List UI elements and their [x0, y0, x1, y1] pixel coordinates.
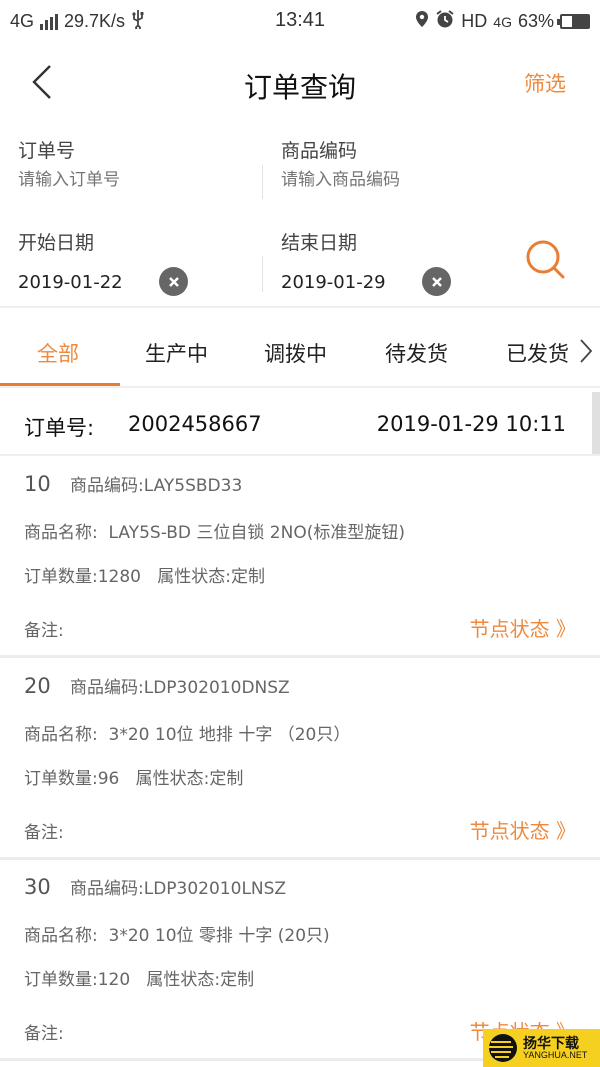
- order-no-label: 订单号:: [24, 416, 95, 440]
- code-label: 商品编码:: [70, 678, 144, 698]
- code-label: 商品编码:: [70, 879, 144, 899]
- yanghua-logo-icon: [489, 1034, 517, 1062]
- start-date-label: 开始日期: [18, 232, 95, 254]
- item-code: 商品编码:LAY5SBD33: [70, 471, 242, 496]
- field-divider: [262, 165, 263, 199]
- qty-label: 订单数量:: [24, 970, 98, 990]
- item-seq: 10: [24, 472, 51, 496]
- qty-label: 订单数量:: [24, 567, 98, 587]
- item-code: 商品编码:LDP302010DNSZ: [70, 673, 290, 698]
- name-label: 商品名称:: [24, 523, 98, 543]
- product-code-label: 商品编码: [281, 140, 358, 162]
- attr-value: 定制: [220, 970, 255, 990]
- battery-percent: 63%: [517, 11, 554, 31]
- attr-label: 属性状态:: [146, 970, 221, 990]
- tab-shipped[interactable]: 已发货: [506, 338, 569, 368]
- order-datetime: 2019-01-29 10:11: [376, 412, 566, 436]
- status-bar: 4G 29.7K/s 13:41 HD 4G 63%: [0, 0, 600, 40]
- end-date-label: 结束日期: [281, 232, 358, 254]
- name-label: 商品名称:: [24, 926, 98, 946]
- tabs-scroll-right-button[interactable]: [576, 336, 596, 366]
- watermark-badge: 扬华下载 YANGHUA.NET: [483, 1029, 600, 1067]
- clear-end-date-button[interactable]: [422, 267, 451, 296]
- search-icon: [526, 240, 565, 279]
- watermark-cn: 扬华下载: [523, 1035, 579, 1052]
- clear-start-date-button[interactable]: [159, 267, 188, 296]
- status-right: HD 4G 63%: [415, 9, 590, 34]
- attr-label: 属性状态:: [135, 769, 210, 789]
- start-date-field[interactable]: 2019-01-22: [18, 272, 123, 293]
- tab-in-production[interactable]: 生产中: [145, 338, 208, 368]
- attr-label: 属性状态:: [157, 567, 231, 587]
- order-header[interactable]: 订单号: 2002458667 2019-01-29 10:11: [0, 390, 600, 454]
- item-seq: 30: [24, 875, 51, 899]
- clear-circle-icon: [168, 276, 179, 287]
- filter-button[interactable]: 筛选: [524, 68, 566, 98]
- attr-value: 定制: [230, 567, 265, 587]
- battery-icon: [557, 14, 590, 29]
- order-item: 20 商品编码:LDP302010DNSZ 商品名称: 3*20 10位 地排 …: [0, 658, 600, 860]
- item-name: 商品名称: LAY5S-BD 三位自锁 2NO(标准型旋钮): [24, 518, 405, 543]
- item-code: 商品编码:LDP302010LNSZ: [70, 874, 286, 899]
- code-value: LAY5SBD33: [143, 476, 243, 496]
- hd-label: HD: [461, 11, 488, 31]
- qty-label: 订单数量:: [24, 769, 98, 789]
- scrollbar[interactable]: [592, 392, 600, 454]
- watermark-en: YANGHUA.NET: [523, 1049, 588, 1060]
- tab-pending-shipment[interactable]: 待发货: [385, 338, 448, 368]
- page-title: 订单查询: [243, 71, 356, 104]
- nav-header: 订单查询 筛选: [0, 48, 600, 118]
- name-value: 3*20 10位 地排 十字 （20只）: [108, 725, 351, 745]
- item-qty-attr: 订单数量:120 属性状态:定制: [24, 965, 254, 990]
- item-remark: 备注:: [24, 818, 64, 843]
- clear-circle-icon: [431, 276, 442, 287]
- name-value: LAY5S-BD 三位自锁 2NO(标准型旋钮): [108, 523, 405, 543]
- name-value: 3*20 10位 零排 十字 (20只): [108, 926, 330, 946]
- item-remark: 备注:: [24, 1019, 64, 1044]
- net-type-label: 4G: [493, 13, 512, 30]
- remark-label: 备注:: [24, 1024, 64, 1044]
- qty-value: 96: [97, 769, 120, 789]
- qty-value: 1280: [97, 567, 141, 587]
- tab-transferring[interactable]: 调拨中: [264, 338, 327, 368]
- item-qty-attr: 订单数量:96 属性状态:定制: [24, 764, 243, 789]
- order-item: 10 商品编码:LAY5SBD33 商品名称: LAY5S-BD 三位自锁 2N…: [0, 456, 600, 658]
- order-no-input[interactable]: [18, 170, 248, 190]
- item-name: 商品名称: 3*20 10位 地排 十字 （20只）: [24, 720, 350, 745]
- code-label: 商品编码:: [70, 476, 144, 496]
- status-tabs: 全部 生产中 调拨中 待发货 已发货: [0, 308, 600, 390]
- remark-label: 备注:: [24, 823, 64, 843]
- tab-all[interactable]: 全部: [37, 338, 79, 368]
- node-status-link[interactable]: 节点状态 》: [470, 815, 576, 844]
- alarm-icon: [435, 9, 455, 34]
- watermark-text: 扬华下载 YANGHUA.NET: [523, 1037, 587, 1060]
- qty-value: 120: [97, 970, 131, 990]
- search-button[interactable]: [524, 238, 570, 284]
- chevron-right-icon: [580, 339, 593, 363]
- code-value: LDP302010DNSZ: [143, 678, 290, 698]
- product-code-input[interactable]: [281, 170, 561, 190]
- location-icon: [415, 10, 429, 33]
- remark-label: 备注:: [24, 621, 64, 641]
- divider: [0, 386, 600, 388]
- item-name: 商品名称: 3*20 10位 零排 十字 (20只): [24, 921, 330, 946]
- field-divider: [262, 256, 263, 292]
- item-seq: 20: [24, 674, 51, 698]
- item-remark: 备注:: [24, 616, 64, 641]
- item-qty-attr: 订单数量:1280 属性状态:定制: [24, 562, 265, 587]
- order-no-label: 订单号: [18, 140, 76, 162]
- order-number: 2002458667: [128, 412, 262, 436]
- node-status-link[interactable]: 节点状态 》: [470, 613, 576, 642]
- code-value: LDP302010LNSZ: [143, 879, 287, 899]
- attr-value: 定制: [209, 769, 244, 789]
- end-date-field[interactable]: 2019-01-29: [281, 272, 386, 293]
- name-label: 商品名称:: [24, 725, 98, 745]
